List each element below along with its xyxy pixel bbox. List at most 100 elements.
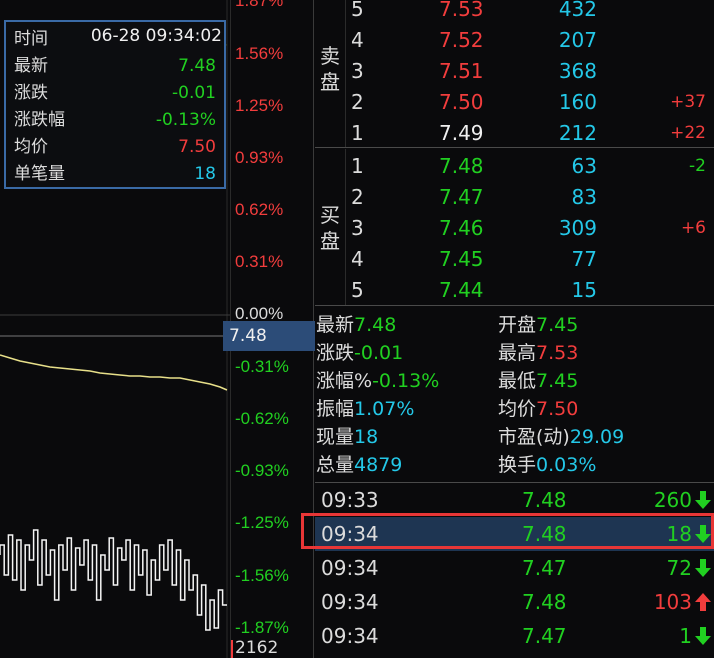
axis-tick-label: 1.56% bbox=[235, 44, 284, 63]
level-price: 7.49 bbox=[439, 121, 484, 145]
trade-time: 09:34 bbox=[321, 590, 379, 614]
quote-label: 开盘 bbox=[498, 314, 537, 336]
quote-item: 最新7.48 bbox=[316, 311, 396, 339]
trade-time: 09:34 bbox=[321, 624, 379, 648]
tooltip-value: 7.50 bbox=[178, 137, 216, 157]
axis-tick-label: 0.62% bbox=[235, 200, 284, 219]
axis-tick-label: -0.62% bbox=[235, 409, 289, 428]
level-number: 1 bbox=[351, 154, 364, 178]
arrow-down-icon bbox=[695, 559, 711, 577]
quote-value: 7.45 bbox=[536, 370, 579, 392]
axis-tick-label: 0.31% bbox=[235, 252, 284, 271]
quote-item: 现量18 bbox=[316, 423, 378, 451]
sell-order-book: 卖盘 5 7.53 432 4 7.52 207 3 7.51 368 2 7.50 160 +37 1 7… bbox=[315, 0, 714, 148]
quote-value: 7.53 bbox=[536, 342, 579, 364]
quote-label: 涨幅% bbox=[316, 370, 373, 392]
quote-value: -0.01 bbox=[354, 342, 404, 364]
trade-row[interactable]: 09:34 7.47 72 bbox=[315, 551, 714, 585]
arrow-down-icon bbox=[695, 491, 711, 509]
trade-ticks[interactable]: 09:33 7.48 260 09:34 7.48 18 09:34 7.47 72 09:34 7… bbox=[301, 483, 714, 658]
tooltip-value: 7.48 bbox=[178, 56, 216, 76]
trade-price: 7.48 bbox=[522, 488, 567, 512]
average-price-line bbox=[0, 354, 228, 391]
level-volume: 309 bbox=[558, 216, 597, 240]
quote-value: 0.03% bbox=[536, 454, 597, 476]
quote-value: 1.07% bbox=[354, 398, 415, 420]
level-volume: 160 bbox=[558, 90, 597, 114]
buy-level-row[interactable]: 3 7.46 309 +6 bbox=[315, 213, 714, 244]
trade-volume: 72 bbox=[666, 556, 692, 580]
quote-value: -0.13% bbox=[372, 370, 440, 392]
quote-value: 7.48 bbox=[354, 314, 397, 336]
level-change: +6 bbox=[680, 218, 706, 238]
trade-time: 09:34 bbox=[321, 556, 379, 580]
tooltip-row-volume: 单笔量 18 bbox=[14, 161, 216, 187]
quote-label: 最高 bbox=[498, 342, 537, 364]
level-number: 2 bbox=[351, 90, 364, 114]
level-price: 7.51 bbox=[439, 59, 484, 83]
level-volume: 432 bbox=[558, 0, 597, 21]
trade-row[interactable]: 09:33 7.48 260 bbox=[315, 483, 714, 517]
quote-value: 7.45 bbox=[536, 314, 579, 336]
trade-row[interactable]: 09:34 7.47 1 bbox=[315, 619, 714, 653]
sell-level-row[interactable]: 4 7.52 207 bbox=[315, 25, 714, 56]
level-price: 7.47 bbox=[439, 185, 484, 209]
quote-summary: 最新7.48 涨跌-0.01 涨幅%-0.13% 振幅1.07% 现量18 总量4879 开… bbox=[315, 311, 714, 483]
axis-tick-label: -1.87% bbox=[235, 618, 289, 637]
trade-volume: 260 bbox=[653, 488, 692, 512]
buy-level-row[interactable]: 4 7.45 77 bbox=[315, 244, 714, 275]
axis-tick-label: 1.25% bbox=[235, 96, 284, 115]
intraday-chart[interactable]: 06-28 09:34:02 时间 最新 7.48 涨跌 -0.01 涨跌幅 -… bbox=[0, 0, 230, 658]
tooltip-label: 单笔量 bbox=[14, 164, 65, 184]
buy-level-row[interactable]: 1 7.48 63 -2 bbox=[315, 151, 714, 182]
buy-level-row[interactable]: 5 7.44 15 bbox=[315, 275, 714, 306]
level-volume: 15 bbox=[571, 278, 597, 302]
sell-level-row[interactable]: 1 7.49 212 +22 bbox=[315, 118, 714, 149]
level-volume: 207 bbox=[558, 28, 597, 52]
quote-label: 总量 bbox=[316, 454, 355, 476]
level-change: +22 bbox=[670, 123, 706, 143]
buy-level-row[interactable]: 2 7.47 83 bbox=[315, 182, 714, 213]
axis-tick-label: -1.56% bbox=[235, 566, 289, 585]
quote-value: 29.09 bbox=[569, 426, 625, 448]
level-number: 3 bbox=[351, 216, 364, 240]
level-change: -2 bbox=[689, 156, 706, 176]
buy-order-book: 买盘 1 7.48 63 -2 2 7.47 83 3 7.46 309 +6 4 7.45 77 5 7.4… bbox=[315, 149, 714, 306]
trade-price: 7.48 bbox=[522, 590, 567, 614]
level-number: 4 bbox=[351, 28, 364, 52]
tooltip-label: 涨跌幅 bbox=[14, 110, 65, 130]
tooltip-row-change: 涨跌 -0.01 bbox=[14, 80, 216, 106]
quote-item: 均价7.50 bbox=[498, 395, 578, 423]
trade-price: 7.47 bbox=[522, 556, 567, 580]
quote-item: 振幅1.07% bbox=[316, 395, 414, 423]
volume-tick bbox=[231, 640, 233, 658]
quote-label: 涨跌 bbox=[316, 342, 355, 364]
tooltip-label: 均价 bbox=[14, 137, 48, 157]
quote-label: 最新 bbox=[316, 314, 355, 336]
sell-level-row[interactable]: 3 7.51 368 bbox=[315, 56, 714, 87]
sell-level-row[interactable]: 2 7.50 160 +37 bbox=[315, 87, 714, 118]
tooltip-value: -0.13% bbox=[155, 110, 216, 130]
current-price-marker: 7.48 bbox=[223, 321, 315, 351]
level-change: +37 bbox=[670, 92, 706, 112]
quote-label: 最低 bbox=[498, 370, 537, 392]
quote-label: 均价 bbox=[498, 398, 537, 420]
level-volume: 212 bbox=[558, 121, 597, 145]
axis-tick-label: -0.31% bbox=[235, 357, 289, 376]
quote-item: 市盈(动)29.09 bbox=[498, 423, 624, 451]
level-price: 7.50 bbox=[439, 90, 484, 114]
tooltip-row-change-pct: 涨跌幅 -0.13% bbox=[14, 107, 216, 133]
axis-tick-label: -1.25% bbox=[235, 513, 289, 532]
quote-value: 7.50 bbox=[536, 398, 579, 420]
level-number: 2 bbox=[351, 185, 364, 209]
level-price: 7.48 bbox=[439, 154, 484, 178]
quote-label: 振幅 bbox=[316, 398, 355, 420]
quote-item: 总量4879 bbox=[316, 451, 402, 479]
trade-row[interactable]: 09:34 7.48 103 bbox=[315, 585, 714, 619]
quote-value: 18 bbox=[354, 426, 379, 448]
sell-level-row[interactable]: 5 7.53 432 bbox=[315, 0, 714, 25]
axis-tick-label: -0.93% bbox=[235, 461, 289, 480]
trade-price: 7.47 bbox=[522, 624, 567, 648]
tooltip-datetime: 06-28 09:34:02 bbox=[90, 26, 222, 46]
tooltip-value: 18 bbox=[194, 164, 216, 184]
